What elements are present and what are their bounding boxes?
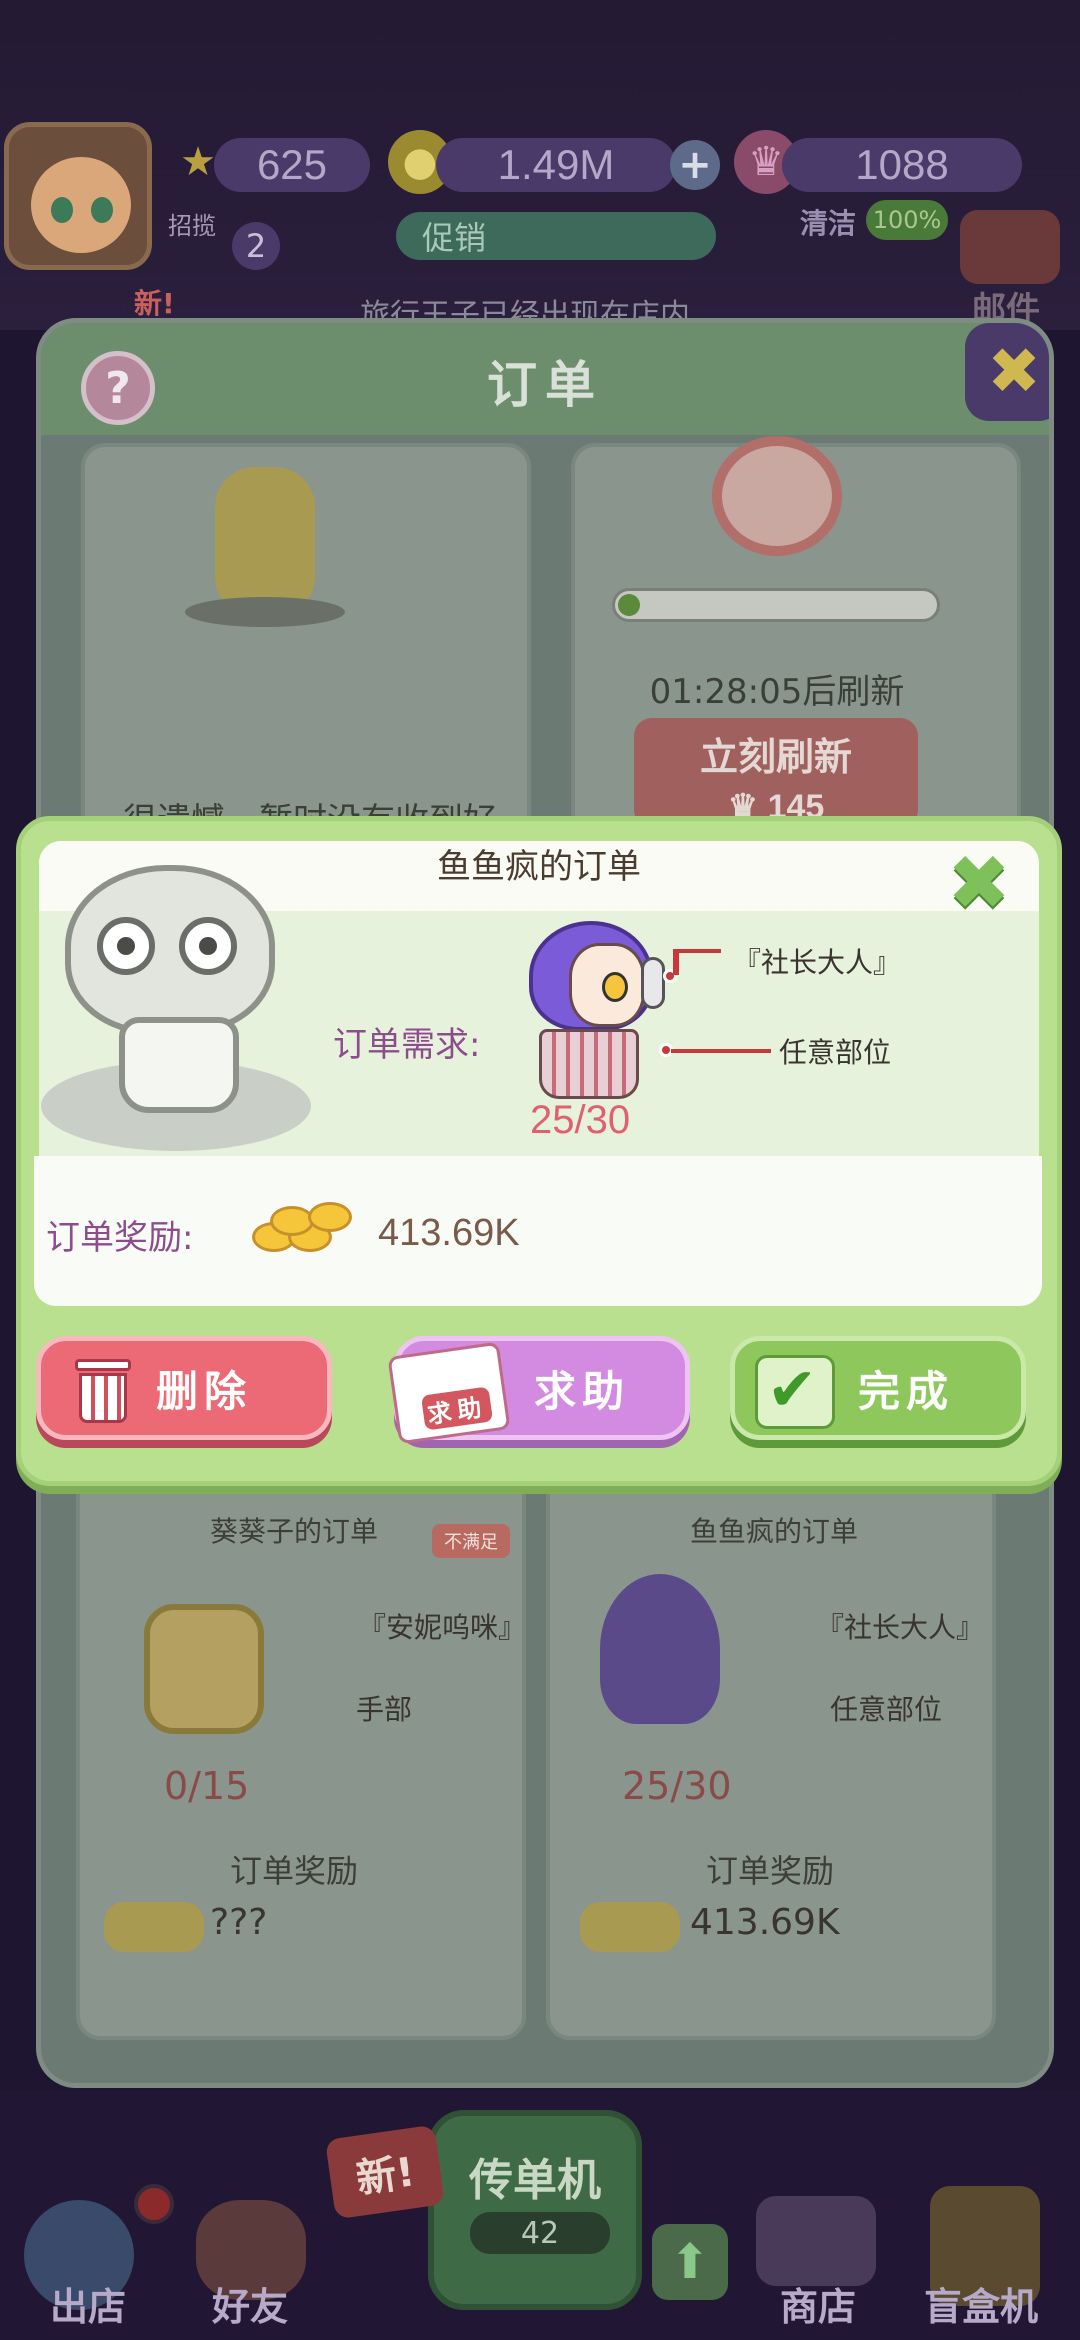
flyer-count: 42 (470, 2212, 610, 2254)
not-satisfied-badge: 不满足 (432, 1524, 510, 1558)
order-card-title: 葵葵子的订单 (210, 1515, 379, 1548)
nav-friends[interactable]: 好友 (212, 2276, 288, 2331)
character-item-icon (600, 1574, 720, 1724)
avatar-eye-right (91, 197, 113, 223)
refresh-timer: 01:28:05后刷新 (649, 672, 905, 712)
required-character-icon (519, 921, 665, 1121)
trash-icon (71, 1357, 135, 1427)
flyer-label: 传单机 (469, 2155, 601, 2206)
refresh-now-label: 立刻刷新 (699, 735, 852, 779)
reward-label: 订单奖励 (230, 1852, 359, 1890)
promo-bar[interactable]: 促销 (396, 212, 716, 260)
store-icon[interactable] (756, 2196, 876, 2286)
nav-blindbox[interactable]: 盲盒机 (924, 2276, 1038, 2331)
reward-value: 413.69K (378, 1212, 520, 1254)
coins-counter: 1.49M (436, 138, 676, 192)
avatar-eye-left (51, 197, 73, 223)
nav-shop-out[interactable]: 出店 (50, 2276, 126, 2331)
help-button[interactable]: ? (81, 351, 155, 425)
coins-icon (104, 1902, 204, 1952)
arrow-up-icon[interactable]: ⬆ (652, 2224, 728, 2300)
mail-icon[interactable] (960, 210, 1060, 284)
item-name: 『社长大人』 (733, 946, 902, 979)
avatar-body (119, 1017, 239, 1113)
avatar-eye-left (97, 917, 155, 975)
reward-label: 订单奖励 (706, 1852, 835, 1890)
item-name: 『安妮呜咪』 (358, 1611, 527, 1644)
invite-label: 招揽 (168, 212, 216, 240)
alarm-clock-icon (712, 436, 842, 556)
corn-character (215, 467, 315, 617)
order-card-title: 鱼鱼疯的订单 (690, 1515, 859, 1548)
help-label: 求助 (533, 1366, 630, 1416)
order-progress: 25/30 (622, 1764, 732, 1808)
ask-help-button[interactable]: 求助 求助 (387, 1336, 690, 1445)
crowns-counter: 1088 (782, 138, 1022, 192)
notification-dot (134, 2184, 174, 2224)
reward-value: ??? (210, 1902, 268, 1943)
coins-icon (248, 1196, 358, 1256)
check-icon: ✔ (755, 1355, 835, 1429)
customer-avatar-icon (65, 865, 275, 1035)
player-avatar[interactable] (4, 122, 152, 270)
flyer-machine-button[interactable]: 传单机 42 (428, 2110, 642, 2310)
close-panel-button[interactable]: ✖ (965, 323, 1049, 421)
item-part: 手部 (356, 1693, 413, 1726)
nav-store[interactable]: 商店 (780, 2276, 856, 2331)
order-need-label: 订单需求: (333, 1025, 481, 1065)
stars-counter: 625 (214, 138, 370, 192)
close-modal-button[interactable]: ✖ (943, 845, 1015, 921)
invite-count[interactable]: 2 (232, 222, 280, 270)
add-coins-button[interactable]: + (670, 140, 720, 190)
corn-character-shadow (185, 597, 345, 627)
item-name: 『社长大人』 (816, 1611, 985, 1644)
refresh-progress-fill (618, 594, 640, 616)
item-part: 任意部位 (779, 1036, 892, 1069)
order-panel-title: 订单 (487, 356, 603, 414)
pointer-line (673, 949, 721, 953)
delete-label: 删除 (155, 1366, 252, 1416)
avatar-eye-right (179, 917, 237, 975)
complete-button[interactable]: ✔ 完成 (730, 1336, 1026, 1440)
delete-button[interactable]: 删除 (36, 1336, 332, 1440)
cat-paw-item-icon (144, 1604, 264, 1734)
order-card-2[interactable]: 鱼鱼疯的订单 『社长大人』 任意部位 25/30 订单奖励 413.69K (546, 1470, 996, 2040)
clean-label: 清洁 (800, 207, 857, 240)
refresh-progress-bar (612, 588, 940, 622)
reward-label: 订单奖励: (46, 1218, 194, 1258)
new-badge-small: 新! (134, 287, 175, 320)
complete-label: 完成 (857, 1366, 954, 1416)
order-progress: 25/30 (530, 1098, 631, 1142)
pointer-line (671, 1049, 771, 1053)
refresh-now-button[interactable]: 立刻刷新 ♛ 145 (634, 718, 918, 828)
order-progress: 0/15 (164, 1764, 250, 1808)
reward-value: 413.69K (690, 1902, 840, 1943)
item-part: 任意部位 (830, 1693, 943, 1726)
coins-icon (580, 1902, 680, 1952)
avatar-face (31, 157, 131, 253)
new-badge: 新! (324, 2124, 446, 2220)
clean-value: 100% (866, 200, 948, 240)
